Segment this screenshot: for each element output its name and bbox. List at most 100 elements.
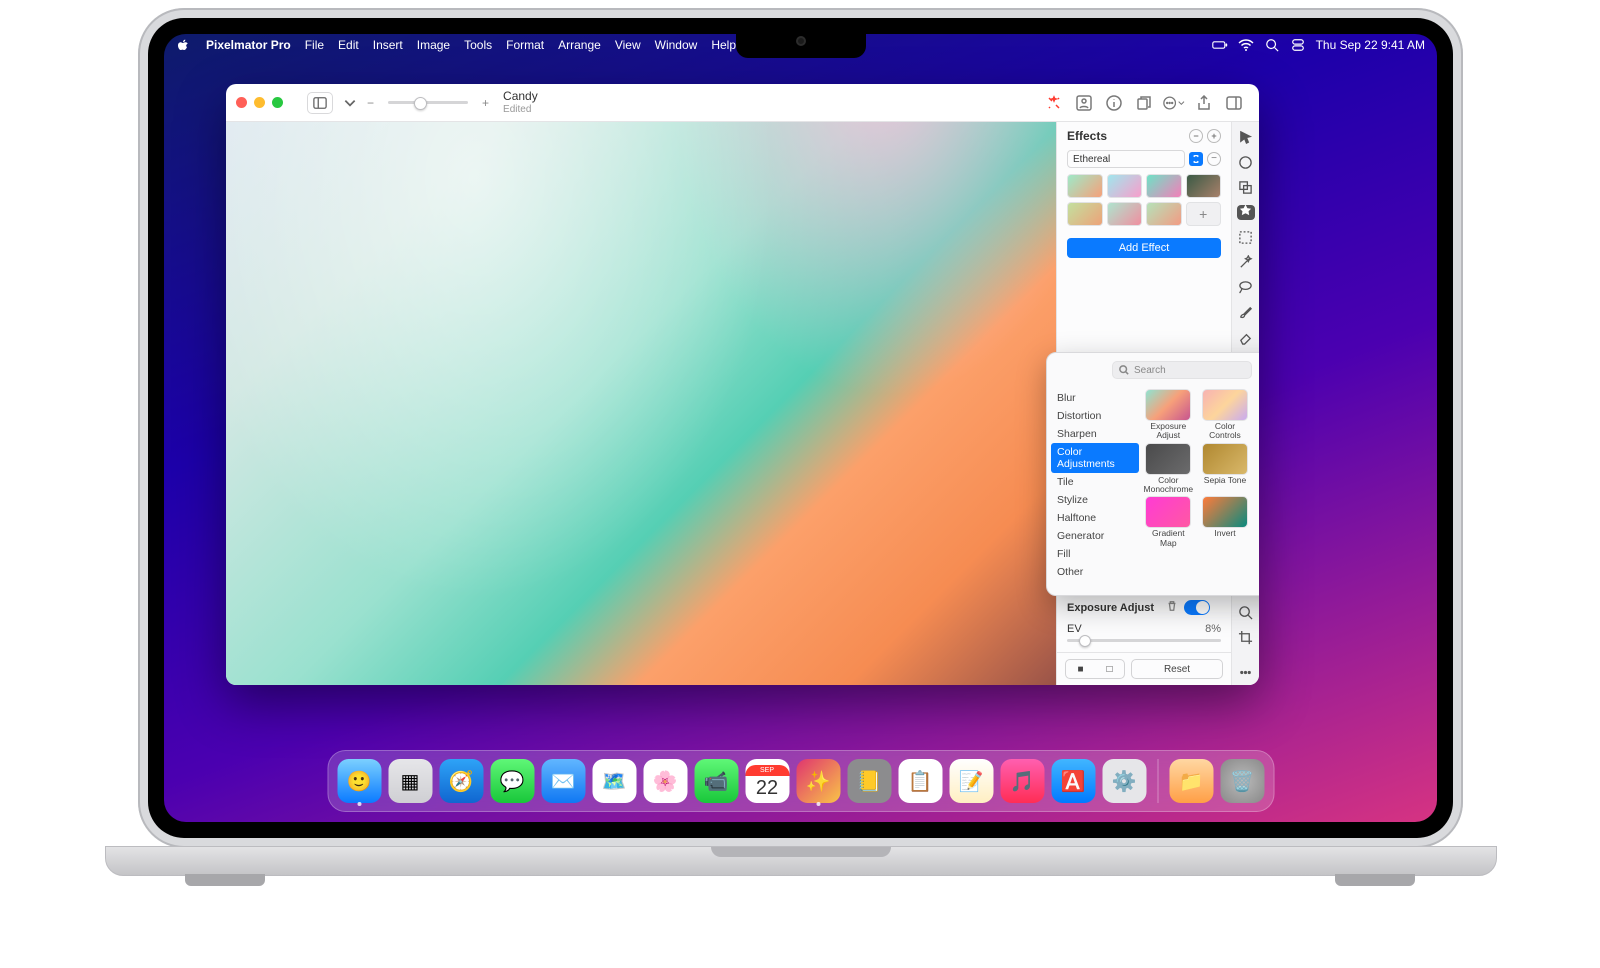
sidebar-menu-chevron-icon[interactable]	[341, 92, 359, 114]
preset-swatch[interactable]	[1107, 202, 1143, 226]
effect-thumb-color-controls[interactable]: Color Controls	[1200, 389, 1251, 441]
dock-pixelmator[interactable]: ✨	[796, 759, 840, 803]
preset-swatch[interactable]	[1107, 174, 1143, 198]
effect-category-other[interactable]: Other	[1047, 563, 1143, 581]
dock-messages[interactable]: 💬	[490, 759, 534, 803]
effect-thumb-color-monochrome[interactable]: Color Monochrome	[1143, 443, 1194, 495]
zoom-in-label[interactable]: +	[482, 96, 489, 110]
dock-photos[interactable]: 🌸	[643, 759, 687, 803]
menubar-edit[interactable]: Edit	[338, 38, 359, 52]
magic-wand-tool-icon[interactable]	[1237, 255, 1255, 270]
brush-tool-icon[interactable]	[1237, 305, 1255, 320]
dock-maps[interactable]: 🗺️	[592, 759, 636, 803]
crop-tool-icon[interactable]	[1237, 630, 1255, 645]
delete-effect-icon[interactable]	[1166, 600, 1178, 615]
effect-category-stylize[interactable]: Stylize	[1047, 491, 1143, 509]
close-button[interactable]	[236, 97, 247, 108]
expand-all-icon[interactable]: +	[1207, 129, 1221, 143]
share-toolbar-icon[interactable]	[1193, 92, 1215, 114]
effect-category-generator[interactable]: Generator	[1047, 527, 1143, 545]
effect-thumb-sepia-tone[interactable]: Sepia Tone	[1200, 443, 1251, 495]
preset-swatch[interactable]	[1146, 202, 1182, 226]
duplicate-toolbar-icon[interactable]	[1133, 92, 1155, 114]
arrow-tool-icon[interactable]	[1237, 130, 1255, 145]
effect-category-tile[interactable]: Tile	[1047, 473, 1143, 491]
inspector-toggle-icon[interactable]	[1223, 92, 1245, 114]
more-tools-icon[interactable]	[1237, 665, 1255, 680]
menubar-image[interactable]: Image	[417, 38, 450, 52]
effect-thumb-gradient-map[interactable]: Gradient Map	[1143, 496, 1194, 548]
effect-category-color-adjustments[interactable]: Color Adjustments	[1051, 443, 1139, 473]
dock-settings[interactable]: ⚙️	[1102, 759, 1146, 803]
effect-thumb-false-color[interactable]: False Color	[1256, 443, 1259, 495]
preset-selector[interactable]: Ethereal	[1067, 150, 1185, 168]
style-tool-icon[interactable]	[1237, 155, 1255, 170]
zoom-slider[interactable]	[388, 101, 468, 104]
dock-mail[interactable]: ✉️	[541, 759, 585, 803]
wifi-icon[interactable]	[1238, 39, 1254, 51]
eraser-tool-icon[interactable]	[1237, 330, 1255, 345]
arrange-tool-icon[interactable]	[1237, 180, 1255, 195]
dock-music[interactable]: 🎵	[1000, 759, 1044, 803]
menubar-insert[interactable]: Insert	[373, 38, 403, 52]
menubar-view[interactable]: View	[615, 38, 641, 52]
effects-tool-icon[interactable]	[1237, 205, 1255, 220]
dock-finder[interactable]: 🙂	[337, 759, 381, 803]
effect-thumb-hue-adjust[interactable]: Hue Adjust	[1256, 389, 1259, 441]
effect-category-sharpen[interactable]: Sharpen	[1047, 425, 1143, 443]
canvas[interactable]	[226, 122, 1056, 685]
remove-preset-icon[interactable]: −	[1207, 152, 1221, 166]
dock-calendar[interactable]: SEP22	[745, 759, 789, 803]
effect-search-input[interactable]: Search	[1112, 361, 1252, 379]
dock-safari[interactable]: 🧭	[439, 759, 483, 803]
effect-thumb-threshold[interactable]: Threshold	[1256, 496, 1259, 548]
minimize-button[interactable]	[254, 97, 265, 108]
dock-reminders[interactable]: 📋	[898, 759, 942, 803]
lasso-tool-icon[interactable]	[1237, 280, 1255, 295]
effect-thumb-exposure-adjust[interactable]: Exposure Adjust	[1143, 389, 1194, 441]
dock-launchpad[interactable]: ▦	[388, 759, 432, 803]
sidebar-toggle-button[interactable]	[307, 92, 333, 114]
menubar-arrange[interactable]: Arrange	[558, 38, 601, 52]
apple-menu-icon[interactable]	[176, 39, 192, 51]
dock-downloads[interactable]: 📁	[1169, 759, 1213, 803]
ev-slider[interactable]	[1067, 639, 1221, 642]
control-center-icon[interactable]	[1290, 39, 1306, 51]
effect-category-distortion[interactable]: Distortion	[1047, 407, 1143, 425]
effects-toolbar-icon[interactable]	[1043, 92, 1065, 114]
more-options-toolbar-icon[interactable]	[1163, 92, 1185, 114]
menubar-app-name[interactable]: Pixelmator Pro	[206, 38, 291, 52]
menubar-file[interactable]: File	[305, 38, 324, 52]
dock-trash[interactable]: 🗑️	[1220, 759, 1264, 803]
preset-swatch[interactable]	[1067, 174, 1103, 198]
compare-segmented[interactable]: ■□	[1065, 659, 1125, 679]
effect-thumb-invert[interactable]: Invert	[1200, 496, 1251, 548]
person-toolbar-icon[interactable]	[1073, 92, 1095, 114]
exposure-toggle[interactable]	[1184, 600, 1210, 615]
menubar-window[interactable]: Window	[655, 38, 698, 52]
add-effect-button[interactable]: Add Effect	[1067, 238, 1221, 258]
collapse-all-icon[interactable]: −	[1189, 129, 1203, 143]
effect-category-blur[interactable]: Blur	[1047, 389, 1143, 407]
preset-swatch[interactable]	[1186, 174, 1222, 198]
effect-category-fill[interactable]: Fill	[1047, 545, 1143, 563]
battery-icon[interactable]	[1212, 39, 1228, 51]
menubar-clock[interactable]: Thu Sep 22 9:41 AM	[1316, 38, 1425, 52]
dock-facetime[interactable]: 📹	[694, 759, 738, 803]
dock-appstore[interactable]: 🅰️	[1051, 759, 1095, 803]
preset-dropdown-icon[interactable]	[1189, 152, 1203, 166]
marquee-tool-icon[interactable]	[1237, 230, 1255, 245]
dock-contacts[interactable]: 📒	[847, 759, 891, 803]
dock-notes[interactable]: 📝	[949, 759, 993, 803]
spotlight-icon[interactable]	[1264, 39, 1280, 51]
effect-category-halftone[interactable]: Halftone	[1047, 509, 1143, 527]
preset-swatch[interactable]	[1067, 202, 1103, 226]
zoom-tool-icon[interactable]	[1237, 605, 1255, 620]
menubar-help[interactable]: Help	[711, 38, 736, 52]
zoom-out-label[interactable]: −	[367, 96, 374, 110]
info-toolbar-icon[interactable]	[1103, 92, 1125, 114]
menubar-format[interactable]: Format	[506, 38, 544, 52]
reset-button[interactable]: Reset	[1131, 659, 1223, 679]
menubar-tools[interactable]: Tools	[464, 38, 492, 52]
add-preset-button[interactable]: +	[1186, 202, 1222, 226]
